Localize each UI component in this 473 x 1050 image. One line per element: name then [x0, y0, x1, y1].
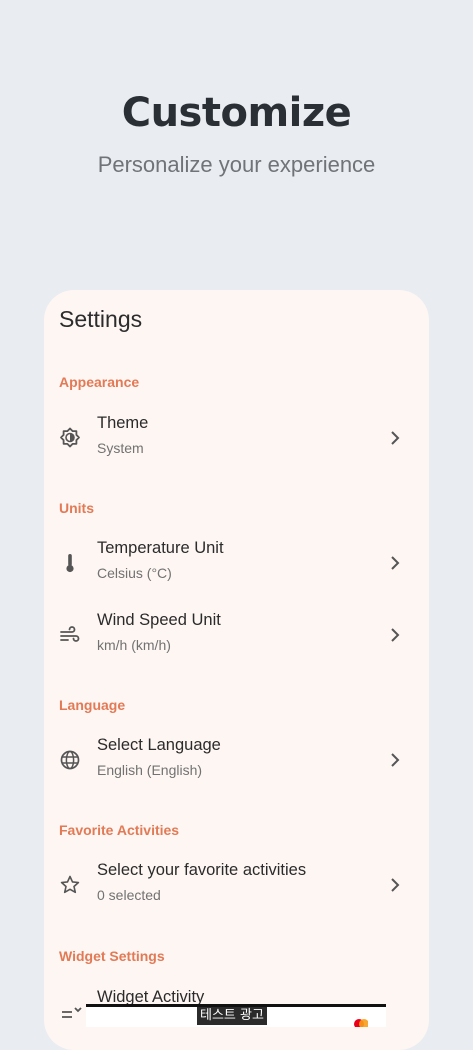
- chevron-right-icon: [388, 428, 402, 448]
- wind-speed-unit-value: km/h (km/h): [97, 637, 171, 653]
- hero-title: Customize: [121, 90, 352, 136]
- chevron-right-icon: [388, 625, 402, 645]
- section-favorite-activities: Favorite Activities: [59, 822, 180, 838]
- language-title: Select Language: [97, 736, 221, 754]
- section-language: Language: [59, 697, 126, 713]
- temperature-unit-value: Celsius (°C): [97, 565, 172, 581]
- theme-row[interactable]: Theme System: [44, 406, 429, 470]
- temperature-unit-row[interactable]: Temperature Unit Celsius (°C): [44, 531, 429, 595]
- wind-speed-unit-title: Wind Speed Unit: [97, 611, 221, 629]
- thermometer-icon: [58, 551, 82, 575]
- chevron-right-icon: [388, 750, 402, 770]
- wind-speed-unit-row[interactable]: Wind Speed Unit km/h (km/h): [44, 603, 429, 667]
- section-widget-settings: Widget Settings: [59, 948, 165, 964]
- brightness-icon: [58, 426, 82, 450]
- chevron-right-icon: [388, 875, 402, 895]
- ad-logo-icon: [354, 1019, 368, 1027]
- favorite-activities-title: Select your favorite activities: [97, 861, 307, 879]
- temperature-unit-title: Temperature Unit: [97, 539, 224, 557]
- globe-icon: [58, 748, 82, 772]
- settings-title: Settings: [59, 306, 143, 332]
- wind-icon: [58, 623, 82, 647]
- widget-icon: [58, 1000, 82, 1024]
- theme-value: System: [97, 440, 144, 456]
- theme-title: Theme: [97, 414, 149, 432]
- star-icon: [58, 873, 82, 897]
- language-row[interactable]: Select Language English (English): [44, 728, 429, 792]
- chevron-right-icon: [388, 553, 402, 573]
- settings-card: Settings Appearance Theme System Units T…: [44, 290, 429, 1050]
- hero-subtitle: Personalize your experience: [97, 152, 376, 177]
- section-units: Units: [59, 500, 94, 516]
- section-appearance: Appearance: [59, 374, 140, 390]
- favorite-activities-row[interactable]: Select your favorite activities 0 select…: [44, 853, 429, 917]
- language-value: English (English): [97, 762, 203, 778]
- ad-label: 테스트 광고: [197, 1007, 267, 1025]
- favorite-activities-value: 0 selected: [97, 887, 161, 903]
